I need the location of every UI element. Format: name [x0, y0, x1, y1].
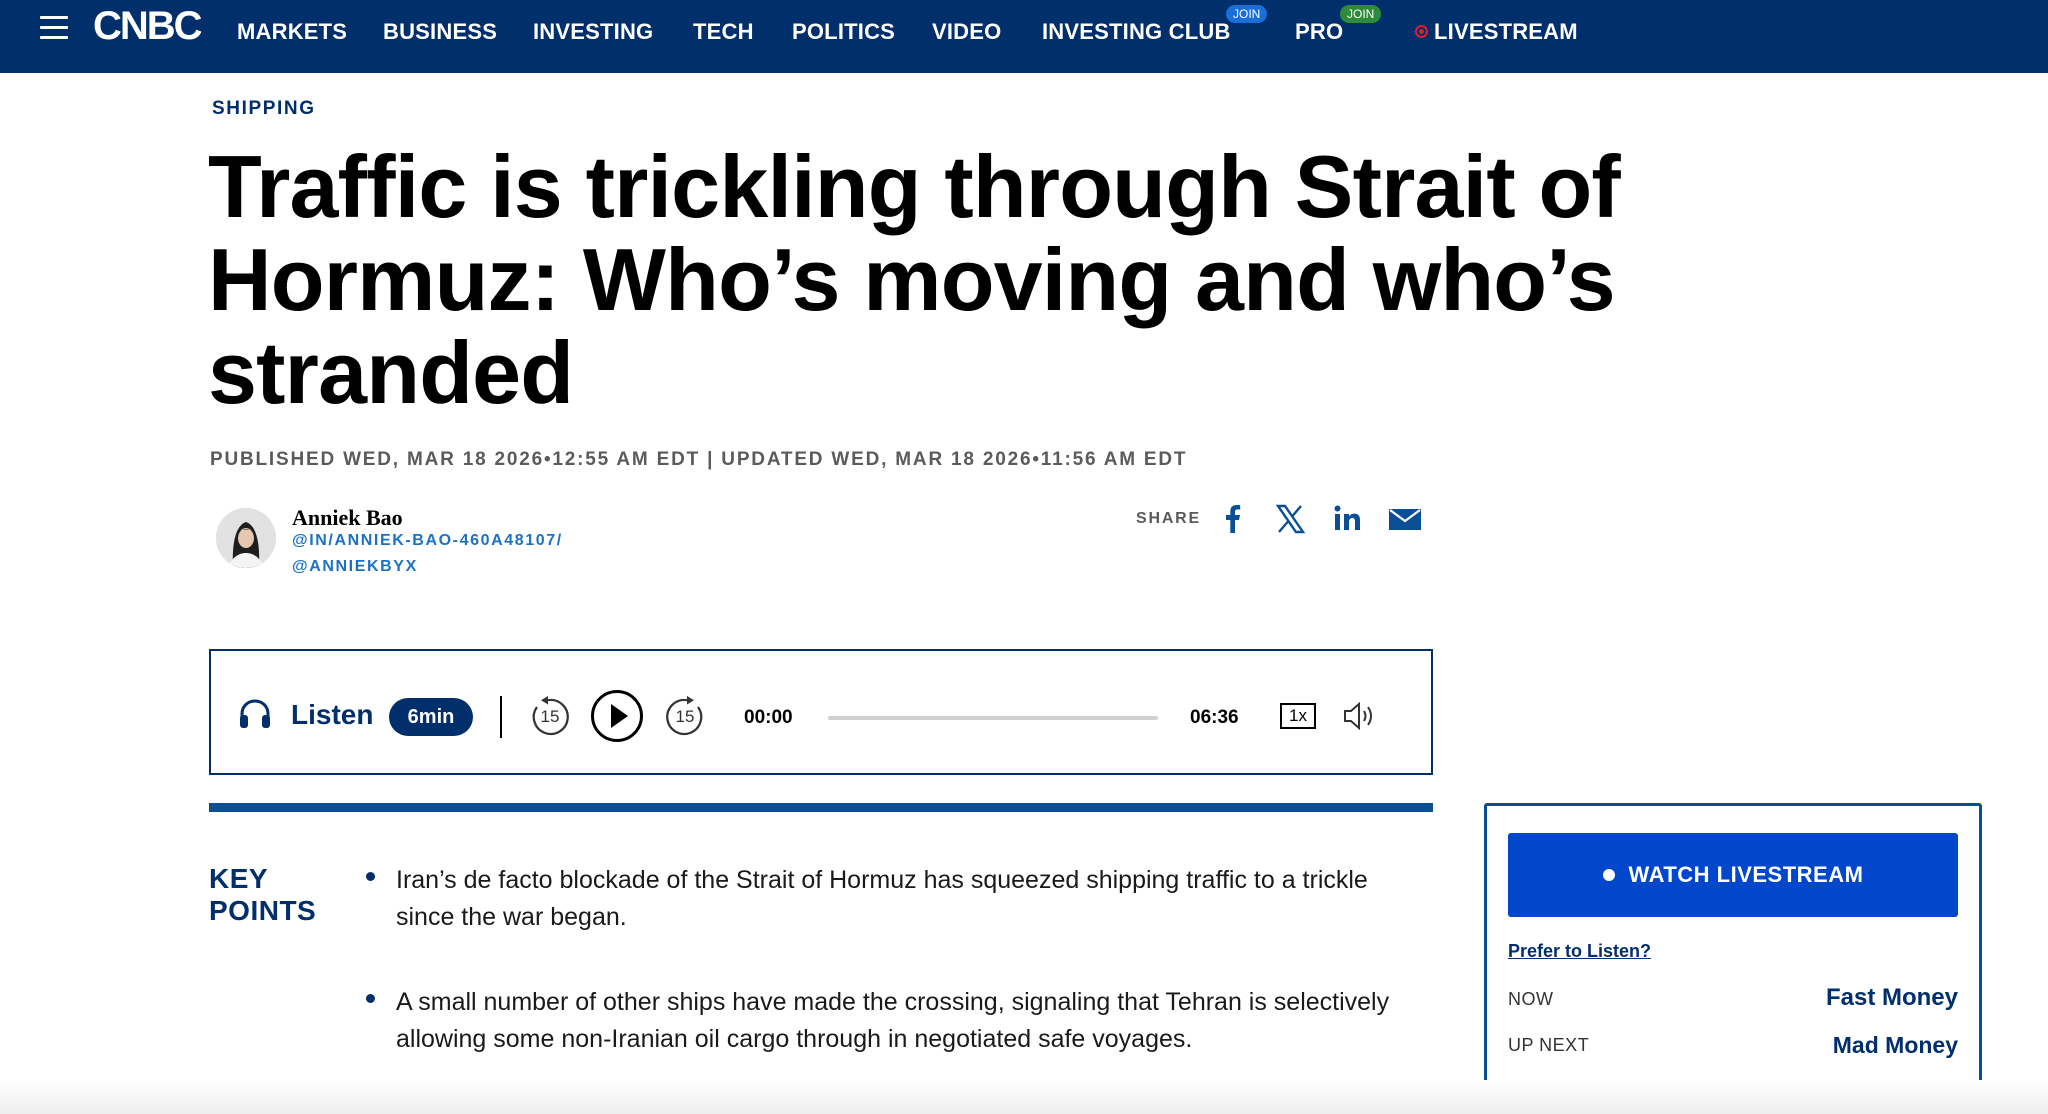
facebook-icon[interactable]	[1216, 502, 1250, 536]
key-points-title: KEY POINTS	[209, 863, 317, 926]
nav-politics[interactable]: POLITICS	[792, 19, 895, 45]
pro-join-badge[interactable]: JOIN	[1340, 5, 1382, 23]
rewind-seconds: 15	[540, 707, 560, 726]
top-nav: CNBC MARKETS BUSINESS INVESTING TECH POL…	[0, 0, 2048, 73]
nav-livestream-label: LIVESTREAM	[1434, 19, 1578, 44]
x-icon[interactable]	[1273, 502, 1307, 536]
watch-livestream-button[interactable]: WATCH LIVESTREAM	[1508, 833, 1958, 917]
rewind-button[interactable]: 15	[528, 695, 572, 739]
nav-livestream[interactable]: LIVESTREAM	[1415, 19, 1578, 45]
up-next-show[interactable]: Mad Money	[1833, 1032, 1958, 1059]
section-label[interactable]: SHIPPING	[212, 98, 316, 120]
investing-club-join-badge[interactable]: JOIN	[1226, 5, 1268, 23]
author-name[interactable]: Anniek Bao	[292, 505, 403, 531]
menu-icon[interactable]	[40, 16, 68, 40]
author-linkedin-link[interactable]: @IN/ANNIEK-BAO-460A48107/	[292, 532, 563, 550]
duration-badge: 6min	[389, 698, 473, 736]
live-dot-icon	[1602, 869, 1615, 881]
cnbc-logo[interactable]: CNBC	[93, 4, 203, 49]
share-label: SHARE	[1136, 510, 1202, 527]
listen-label: Listen	[291, 699, 374, 730]
key-point-item: Iran’s de facto blockade of the Strait o…	[366, 862, 1406, 936]
headphones-icon	[237, 698, 273, 730]
current-time: 00:00	[744, 707, 793, 728]
email-icon[interactable]	[1388, 502, 1422, 536]
author-x-link[interactable]: @ANNIEKBYX	[292, 558, 418, 576]
total-time: 06:36	[1190, 707, 1239, 728]
article-dateline: PUBLISHED WED, MAR 18 2026•12:55 AM EDT …	[210, 449, 1188, 470]
playback-speed-button[interactable]: 1x	[1280, 703, 1316, 729]
page-bottom-fade	[0, 1080, 2048, 1114]
author-avatar[interactable]	[216, 508, 276, 568]
nav-tech[interactable]: TECH	[693, 19, 754, 45]
up-next-label: UP NEXT	[1508, 1035, 1590, 1055]
volume-icon[interactable]	[1342, 701, 1376, 731]
play-icon	[591, 690, 643, 742]
progress-track[interactable]	[828, 716, 1158, 720]
forward-seconds: 15	[675, 707, 695, 726]
now-label: NOW	[1508, 989, 1554, 1009]
key-points-list: Iran’s de facto blockade of the Strait o…	[366, 862, 1406, 1106]
now-show[interactable]: Fast Money	[1826, 984, 1958, 1012]
forward-button[interactable]: 15	[663, 695, 707, 739]
prefer-to-listen-link[interactable]: Prefer to Listen?	[1508, 941, 1651, 962]
audio-player: Listen 6min 15 15 00:00 06:36 1x	[209, 649, 1433, 775]
nav-business[interactable]: BUSINESS	[383, 19, 497, 45]
nav-investing-club[interactable]: INVESTING CLUB	[1042, 19, 1231, 45]
key-point-item: A small number of other ships have made …	[366, 984, 1406, 1058]
linkedin-icon[interactable]	[1331, 502, 1365, 536]
nav-investing[interactable]: INVESTING	[533, 19, 653, 45]
nav-pro[interactable]: PRO	[1295, 19, 1343, 45]
player-divider	[500, 696, 502, 738]
section-rule	[209, 803, 1433, 812]
article-headline: Traffic is trickling through Strait of H…	[208, 137, 1621, 422]
nav-markets[interactable]: MARKETS	[237, 19, 347, 45]
live-dot-icon	[1415, 25, 1428, 38]
author-photo	[216, 508, 276, 568]
play-button[interactable]	[590, 689, 644, 743]
livestream-widget: WATCH LIVESTREAM Prefer to Listen? NOW F…	[1484, 803, 1982, 1086]
nav-video[interactable]: VIDEO	[932, 19, 1001, 45]
watch-livestream-label: WATCH LIVESTREAM	[1628, 862, 1864, 887]
